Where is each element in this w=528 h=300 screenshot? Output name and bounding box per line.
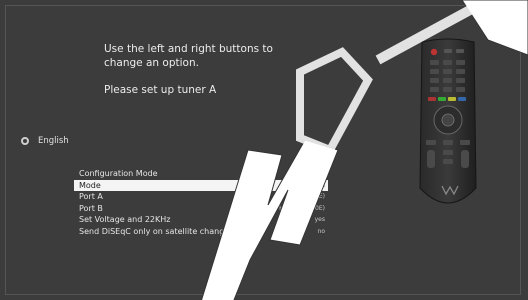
config-value: DiSEqC A/B	[290, 181, 325, 189]
config-value: yes	[314, 216, 325, 224]
tuner-setup-prompt: Please set up tuner A	[104, 84, 217, 96]
tuner-config-list: Configuration Mode simple Mode DiSEqC A/…	[74, 168, 328, 237]
language-label: English	[38, 136, 69, 146]
instruction-line-1: Use the left and right buttons to	[104, 43, 273, 55]
config-label: Port B	[79, 203, 103, 213]
instruction-line-2: change an option.	[104, 57, 199, 69]
config-row-mode[interactable]: Mode DiSEqC A/B	[74, 179, 328, 191]
config-label: Configuration Mode	[79, 169, 158, 179]
radio-icon	[21, 137, 29, 145]
remote-control-icon	[410, 38, 486, 216]
language-selector[interactable]: English	[21, 136, 69, 146]
config-value: simple	[305, 170, 325, 178]
config-label: Port A	[79, 192, 103, 202]
config-row-port-a[interactable]: Port A Astra (19.2E)	[74, 191, 328, 203]
config-label: Mode	[79, 180, 101, 190]
config-row-port-b[interactable]: Port B Hotbird (13.0E)	[74, 203, 328, 215]
config-value: Hotbird (13.0E)	[279, 204, 325, 212]
config-row-configuration-mode[interactable]: Configuration Mode simple	[74, 168, 328, 180]
config-value: Astra (19.2E)	[285, 193, 325, 201]
config-label: Set Voltage and 22KHz	[79, 215, 171, 225]
config-label: Send DiSEqC only on satellite change	[79, 226, 230, 236]
instructions-panel: Use the left and right buttons to change…	[104, 42, 314, 96]
config-row-diseqc-satellite-change[interactable]: Send DiSEqC only on satellite change no	[74, 226, 328, 238]
config-row-voltage-22khz[interactable]: Set Voltage and 22KHz yes	[74, 214, 328, 226]
config-value: no	[317, 227, 325, 235]
